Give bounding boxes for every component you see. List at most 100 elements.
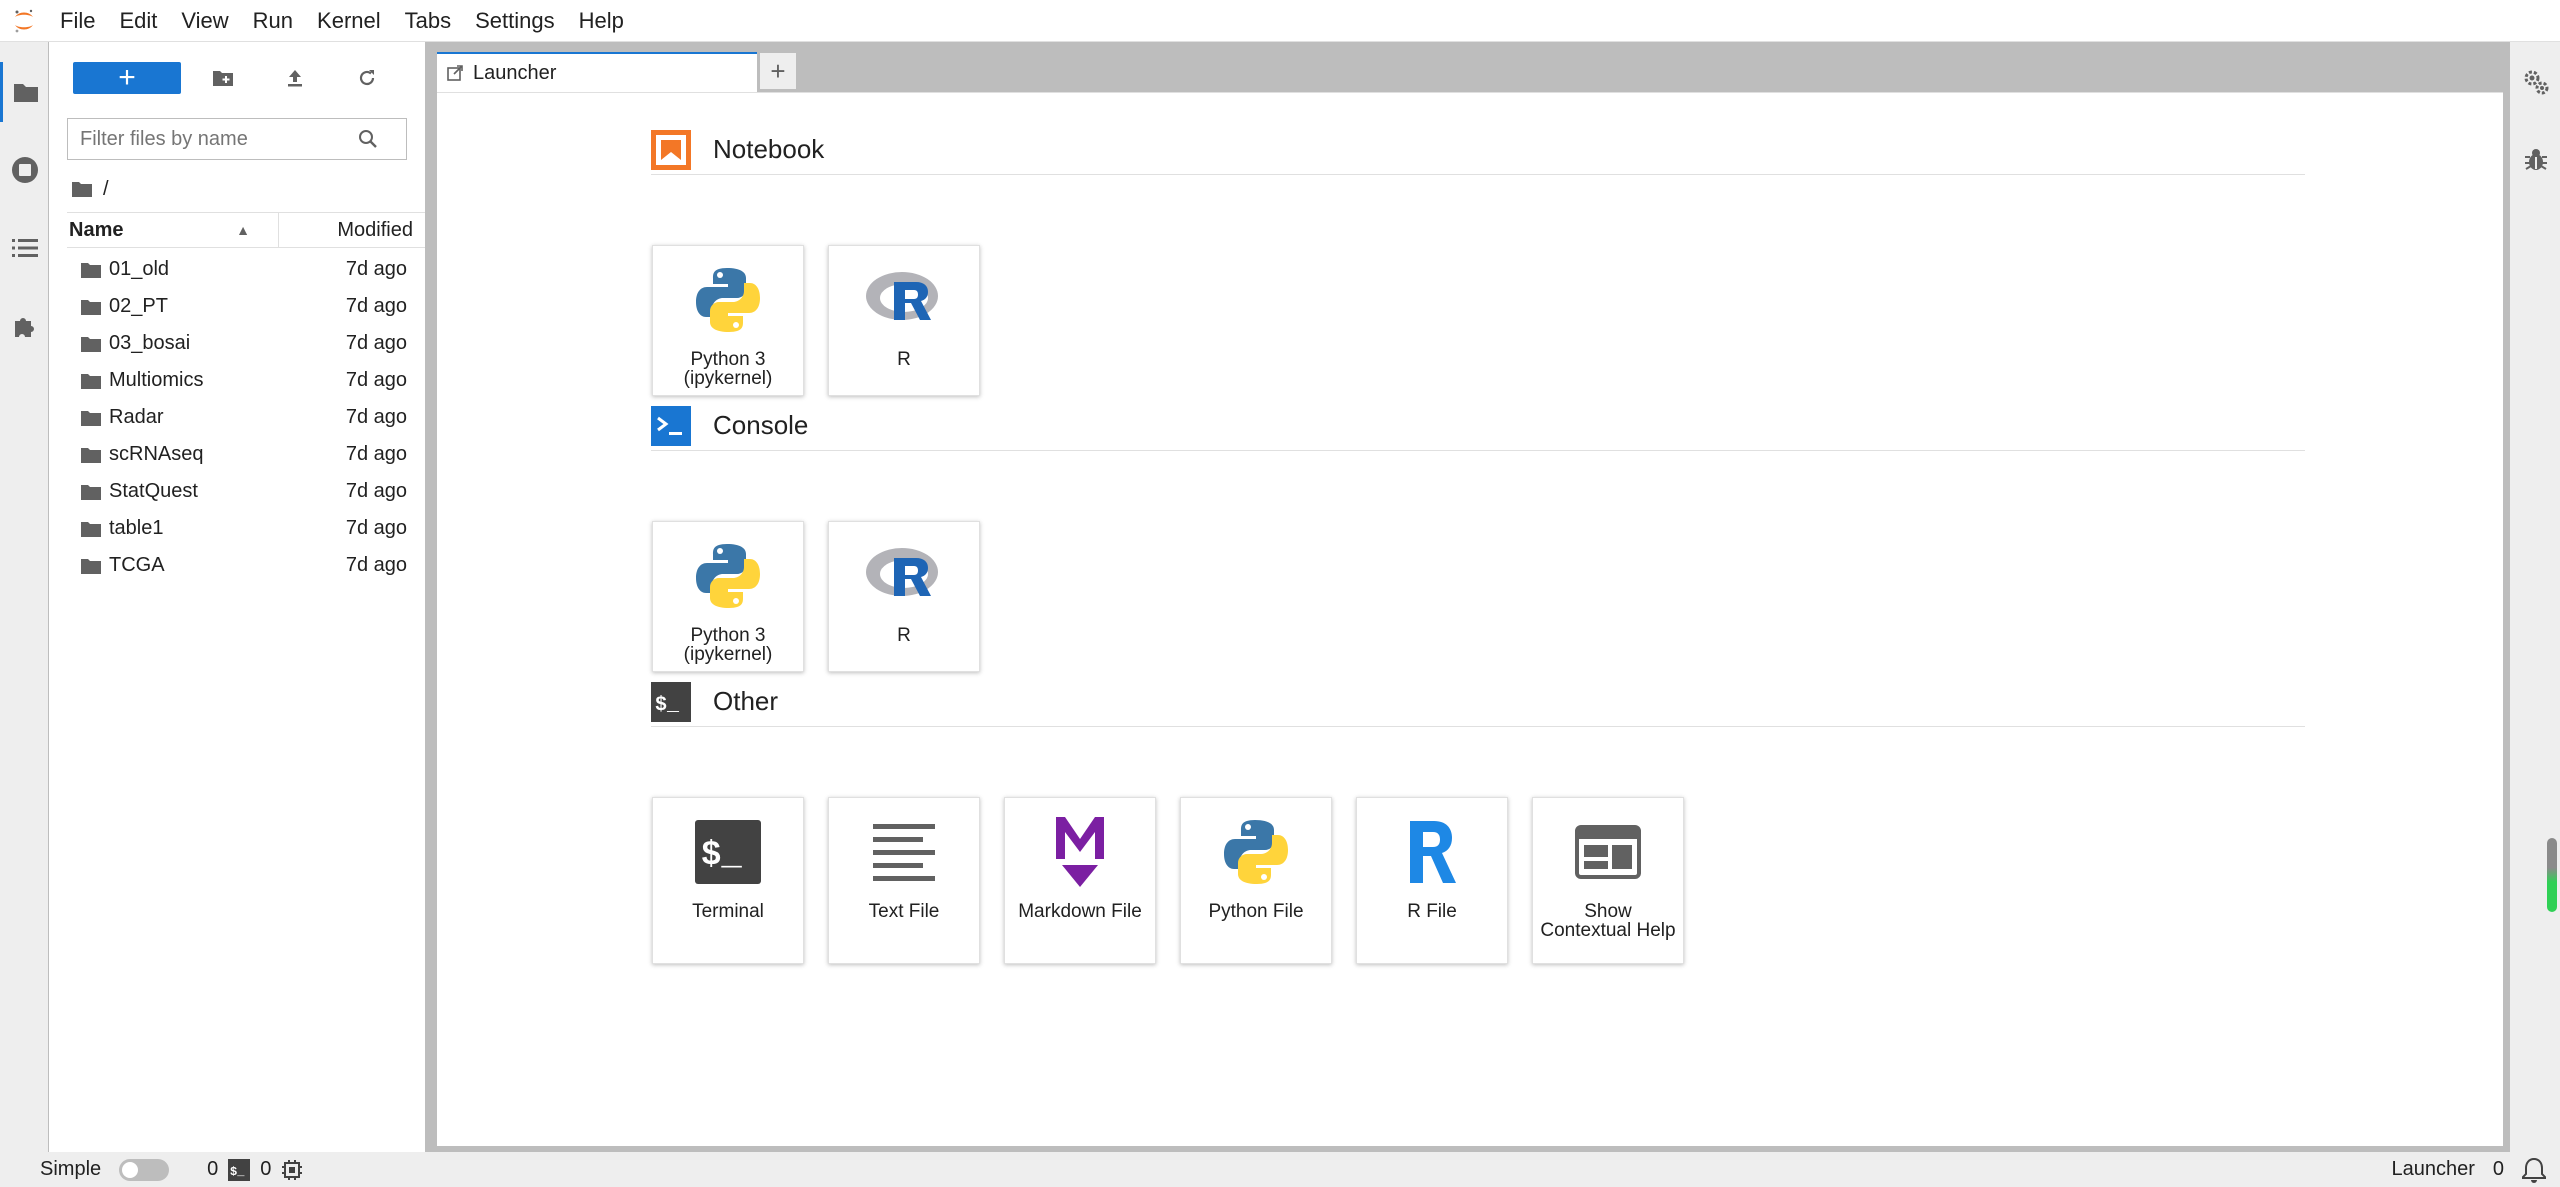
r-file-icon [1390,810,1474,894]
filter-files-input[interactable] [68,127,358,151]
extension-manager-tab[interactable] [0,296,49,356]
home-folder-icon[interactable] [71,180,93,198]
list-item[interactable]: TCGA 7d ago [67,547,425,584]
contextual-help-icon [1566,810,1650,894]
puzzle-icon [14,318,34,337]
list-item[interactable]: scRNAseq 7d ago [67,436,425,473]
file-name: scRNAseq [109,443,204,465]
svg-text:$_: $_ [230,1165,245,1179]
folder-icon [67,299,105,315]
new-folder-button[interactable] [205,60,241,96]
card-label: Markdown File [1018,901,1142,922]
sidebar-splitter[interactable] [425,42,435,1152]
menu-bar: File Edit View Run Kernel Tabs Settings … [0,0,2560,42]
file-modified: 7d ago [345,443,407,465]
running-sessions-tab[interactable] [0,140,49,200]
file-name: StatQuest [109,480,198,502]
r-logo-icon [862,258,946,342]
console-python3-card[interactable]: Python 3 (ipykernel) [652,521,804,672]
simple-mode-toggle[interactable] [119,1158,170,1181]
notebook-python3-card[interactable]: Python 3 (ipykernel) [652,245,804,396]
bell-icon[interactable] [2522,1157,2546,1183]
folder-icon [67,262,105,278]
console-r-card[interactable]: R [828,521,980,672]
markdown-file-card[interactable]: Markdown File [1004,797,1156,964]
file-name: 03_bosai [109,332,191,354]
card-label: R File [1407,901,1457,922]
markdown-icon [1038,810,1122,894]
card-label: Show Contextual Help [1540,901,1676,941]
list-item[interactable]: Radar 7d ago [67,399,425,436]
r-logo-icon [862,534,946,618]
file-modified: 7d ago [345,332,407,354]
python-file-card[interactable]: Python File [1180,797,1332,964]
terminal-card[interactable]: $_ Terminal [652,797,804,964]
card-label: R [897,625,911,646]
notebook-r-card[interactable]: R [828,245,980,396]
tab-launcher[interactable]: Launcher [437,52,757,92]
console-icon [651,405,691,446]
right-sidebar [2509,42,2560,1152]
python-icon [686,534,770,618]
tab-bar: Launcher + [435,42,2509,92]
notification-count[interactable]: 0 [2493,1158,2504,1181]
list-item[interactable]: 03_bosai 7d ago [67,325,425,362]
name-column-header[interactable]: Name ▲ [67,212,279,248]
folder-icon [67,447,105,463]
r-file-card[interactable]: R File [1356,797,1508,964]
terminal-section-icon: $_ [651,681,691,722]
upload-button[interactable] [277,60,313,96]
name-column-label: Name [69,219,124,241]
other-section-header: $_ Other [651,677,2305,727]
file-name: table1 [109,517,164,539]
gears-icon [2524,70,2548,95]
filter-files-box [67,118,407,160]
menu-help[interactable]: Help [567,0,636,42]
breadcrumb-root[interactable]: / [103,178,109,201]
menu-view[interactable]: View [169,0,240,42]
terminal-status-icon[interactable]: $_ [228,1158,251,1181]
menu-settings[interactable]: Settings [463,0,567,42]
menu-tabs[interactable]: Tabs [393,0,463,42]
upload-icon [288,70,302,87]
terminal-count[interactable]: 0 [260,1158,271,1181]
file-name: Multiomics [109,369,204,391]
console-section-header: Console [651,401,2305,451]
menu-edit[interactable]: Edit [107,0,169,42]
jupyter-logo-icon[interactable] [0,0,48,42]
card-label: R [897,349,911,370]
kernel-count[interactable]: 0 [207,1158,218,1181]
breadcrumb: / [71,174,109,204]
modified-column-header[interactable]: Modified [279,219,425,242]
file-browser-tab[interactable] [0,62,49,122]
file-modified: 7d ago [345,517,407,539]
file-list: 01_old 7d ago 02_PT 7d ago 03_bosai 7d a… [67,251,425,584]
refresh-button[interactable] [349,60,385,96]
card-label: Text File [868,901,940,922]
notebook-icon [651,129,691,170]
search-icon [359,130,377,148]
file-list-header: Name ▲ Modified [67,212,425,248]
debugger-tab[interactable] [2510,130,2560,190]
menu-file[interactable]: File [48,0,107,42]
file-modified: 7d ago [345,258,407,280]
refresh-icon [359,70,375,86]
text-file-icon [862,810,946,894]
list-item[interactable]: Multiomics 7d ago [67,362,425,399]
file-name: Radar [109,406,164,428]
menu-run[interactable]: Run [241,0,305,42]
table-of-contents-tab[interactable] [0,218,49,278]
list-item[interactable]: 02_PT 7d ago [67,288,425,325]
new-launcher-button[interactable]: + [73,62,181,94]
list-item[interactable]: 01_old 7d ago [67,251,425,288]
list-item[interactable]: StatQuest 7d ago [67,473,425,510]
list-item[interactable]: table1 7d ago [67,510,425,547]
file-modified: 7d ago [345,480,407,502]
contextual-help-card[interactable]: Show Contextual Help [1532,797,1684,964]
status-bar: Simple 0 $_ 0 Launcher 0 [0,1152,2560,1187]
kernel-status-icon[interactable] [281,1159,303,1181]
property-inspector-tab[interactable] [2510,52,2560,112]
new-tab-button[interactable]: + [759,52,797,90]
menu-kernel[interactable]: Kernel [305,0,393,42]
text-file-card[interactable]: Text File [828,797,980,964]
